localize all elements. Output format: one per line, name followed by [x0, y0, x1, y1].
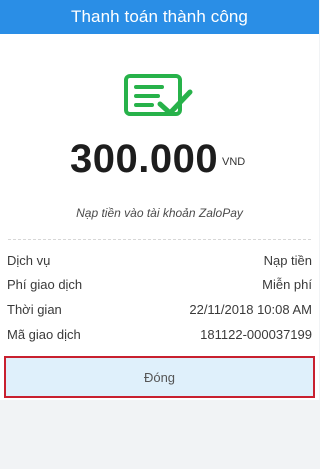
receipt-check-icon: [124, 74, 193, 116]
footer-area: [0, 400, 319, 469]
detail-row-service: Dịch vụ Nạp tiền: [7, 249, 312, 273]
header-bar: Thanh toán thành công: [0, 0, 319, 34]
detail-row-fee: Phí giao dịch Miễn phí: [7, 273, 312, 297]
detail-label: Phí giao dịch: [7, 277, 83, 292]
page-title: Thanh toán thành công: [71, 7, 248, 26]
amount-value: 300.000: [70, 137, 219, 181]
detail-label: Thời gian: [7, 302, 62, 317]
payment-description: Nạp tiền vào tài khoản ZaloPay: [76, 206, 243, 220]
detail-value: 22/11/2018 10:08 AM: [189, 302, 312, 317]
detail-label: Mã giao dịch: [7, 327, 81, 342]
amount-row: 300.000 VND: [0, 134, 319, 184]
detail-label: Dịch vụ: [7, 253, 51, 268]
detail-value: Nạp tiền: [263, 253, 312, 268]
close-button-label: Đóng: [143, 369, 176, 385]
detail-row-transaction-id: Mã giao dịch 181122-000037199: [7, 323, 312, 347]
divider: [8, 239, 311, 240]
detail-value: Miễn phí: [262, 277, 312, 292]
detail-row-time: Thời gian 22/11/2018 10:08 AM: [7, 298, 312, 322]
payment-result-card: 300.000 VND Nạp tiền vào tài khoản ZaloP…: [0, 34, 319, 400]
close-button[interactable]: Đóng: [4, 356, 315, 398]
detail-value: 181122-000037199: [200, 327, 312, 342]
amount-currency: VND: [222, 156, 246, 168]
